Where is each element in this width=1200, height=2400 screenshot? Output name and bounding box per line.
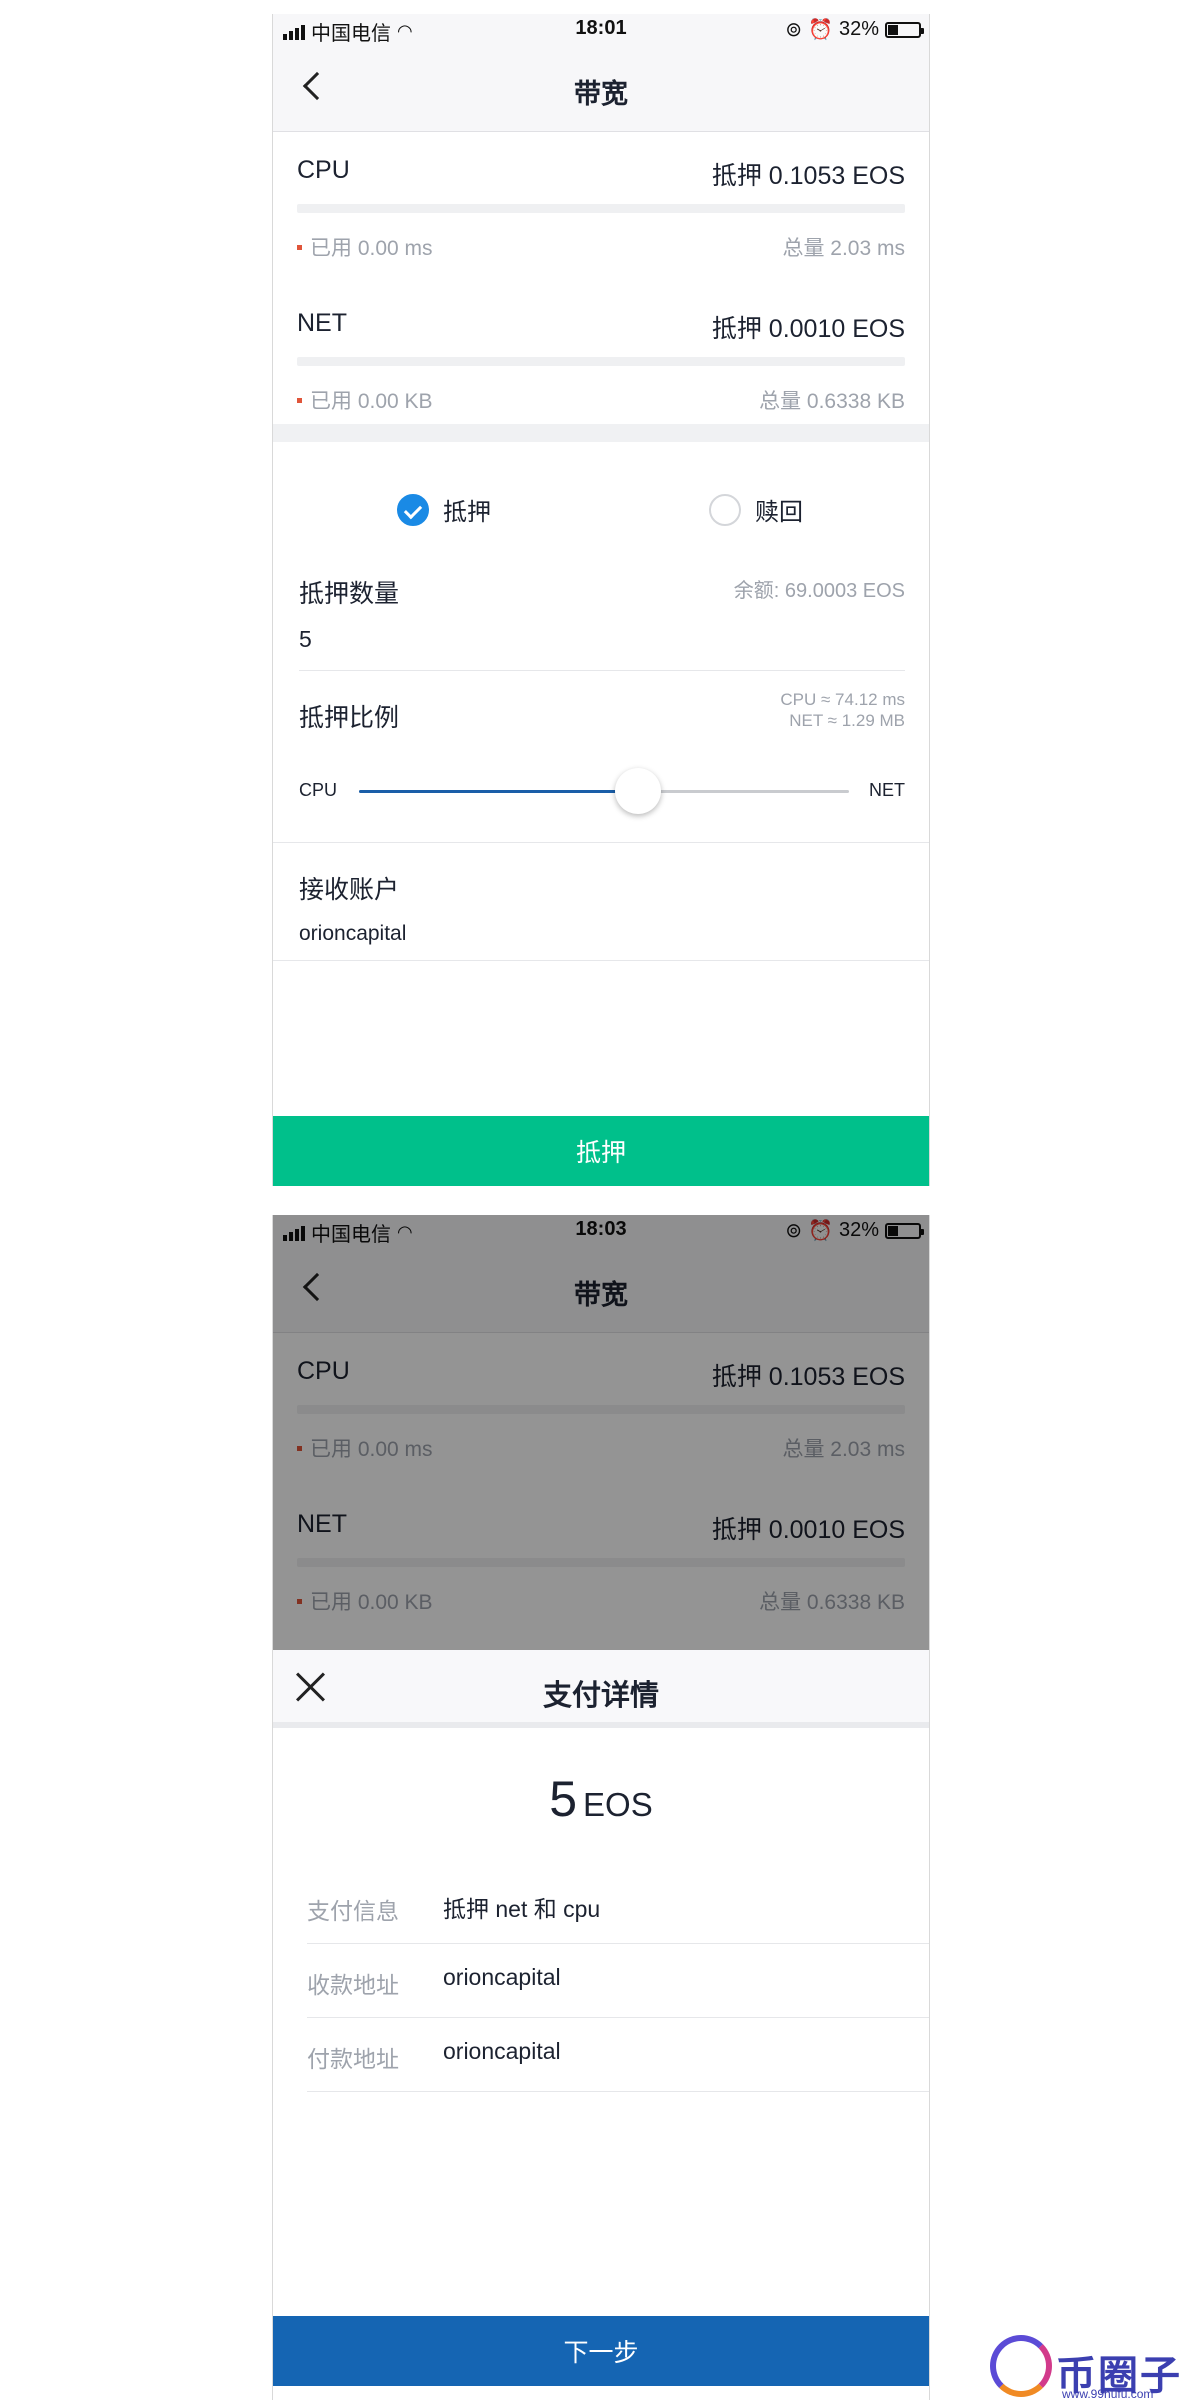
cpu-used-row: 已用 0.00 ms: [297, 232, 433, 262]
battery-percent: 32%: [838, 18, 879, 40]
nav-bar: 带宽: [273, 44, 929, 132]
receiver-divider: [273, 960, 929, 961]
screen-payment-details: 中国电信 ◠ 18:03 ⊚ ⏰ 32% 带宽 CPU 抵押 0.1053 EO…: [272, 1215, 930, 2400]
net-label: NET: [297, 309, 347, 337]
ratio-divider: [273, 842, 929, 843]
input-divider: [299, 670, 905, 671]
page-title: 带宽: [574, 79, 628, 109]
cpu-stake: 抵押 0.1053 EOS: [711, 162, 905, 190]
stake-amount-label: 抵押数量: [299, 580, 400, 608]
stake-amount-input[interactable]: 5: [299, 626, 312, 653]
screen-bandwidth-stake: 中国电信 ◠ 18:01 ⊚ ⏰ 32% 带宽 CPU 抵押 0.1053 EO…: [272, 14, 930, 1186]
info-value: orioncapital: [443, 1964, 561, 1990]
radio-stake[interactable]: 抵押: [397, 492, 491, 527]
cpu-label: CPU: [297, 156, 350, 184]
watermark-url: www.99hufu.com: [1062, 2387, 1154, 2400]
radio-stake-label: 抵押: [443, 499, 491, 526]
radio-refund-label: 赎回: [755, 499, 803, 526]
amount-value: 5: [549, 1771, 578, 1827]
cpu-total: 总量 2.03 ms: [782, 237, 905, 260]
slider-fill: [359, 790, 639, 793]
watermark-logo-icon: [990, 2335, 1052, 2397]
watermark: 币圈子 www.99hufu.com: [990, 2335, 1200, 2400]
checked-radio-icon[interactable]: [397, 493, 429, 526]
net-estimate: NET ≈ 1.29 MB: [789, 711, 905, 730]
info-value: 抵押 net 和 cpu: [443, 1896, 601, 1922]
info-key: 付款地址: [307, 2046, 399, 2072]
used-marker-icon: [297, 397, 302, 403]
net-usage-bar: [297, 357, 905, 366]
payment-amount: 5 EOS: [273, 1770, 929, 1828]
info-key: 支付信息: [307, 1898, 399, 1924]
alarm-icon: ⏰: [808, 19, 833, 41]
info-value: orioncapital: [443, 2038, 561, 2064]
info-row-payer: 付款地址 orioncapital: [307, 2018, 929, 2092]
payment-sheet-header: 支付详情: [273, 1650, 929, 1728]
radio-refund[interactable]: 赎回: [709, 492, 803, 527]
modal-backdrop[interactable]: [273, 1215, 929, 1650]
cpu-resource: CPU 抵押 0.1053 EOS 已用 0.00 ms 总量 2.03 ms: [273, 132, 929, 282]
sheet-title: 支付详情: [542, 1680, 659, 1712]
stake-button[interactable]: 抵押: [273, 1116, 929, 1186]
info-key: 收款地址: [307, 1972, 399, 1998]
net-used: 已用 0.00 KB: [310, 390, 433, 413]
amount-unit: EOS: [583, 1786, 653, 1823]
slider-net-label: NET: [869, 780, 905, 800]
slider-handle[interactable]: [615, 768, 662, 814]
net-used-row: 已用 0.00 KB: [297, 385, 433, 415]
next-step-button[interactable]: 下一步: [273, 2316, 929, 2386]
orientation-lock-icon: ⊚: [785, 19, 803, 41]
net-total: 总量 0.6338 KB: [759, 390, 905, 413]
info-row-payment: 支付信息 抵押 net 和 cpu: [307, 1870, 929, 1944]
unchecked-radio-icon[interactable]: [709, 493, 741, 526]
net-resource: NET 抵押 0.0010 EOS 已用 0.00 KB 总量 0.6338 K…: [273, 285, 929, 435]
used-marker-icon: [297, 244, 302, 250]
ratio-slider[interactable]: [359, 768, 849, 814]
net-stake: 抵押 0.0010 EOS: [711, 315, 905, 343]
receiver-label: 接收账户: [299, 876, 400, 904]
info-row-receiver: 收款地址 orioncapital: [307, 1944, 929, 2018]
cpu-usage-bar: [297, 204, 905, 213]
receiver-input[interactable]: orioncapital: [299, 922, 406, 946]
balance-text: 余额: 69.0003 EOS: [733, 580, 905, 602]
cpu-estimate: CPU ≈ 74.12 ms: [780, 690, 905, 709]
battery-icon: [885, 21, 924, 38]
section-divider: [273, 424, 929, 442]
slider-cpu-label: CPU: [299, 780, 338, 800]
stake-ratio-label: 抵押比例: [299, 704, 400, 732]
status-bar: 中国电信 ◠ 18:01 ⊚ ⏰ 32%: [273, 14, 929, 45]
cpu-used: 已用 0.00 ms: [310, 237, 433, 260]
